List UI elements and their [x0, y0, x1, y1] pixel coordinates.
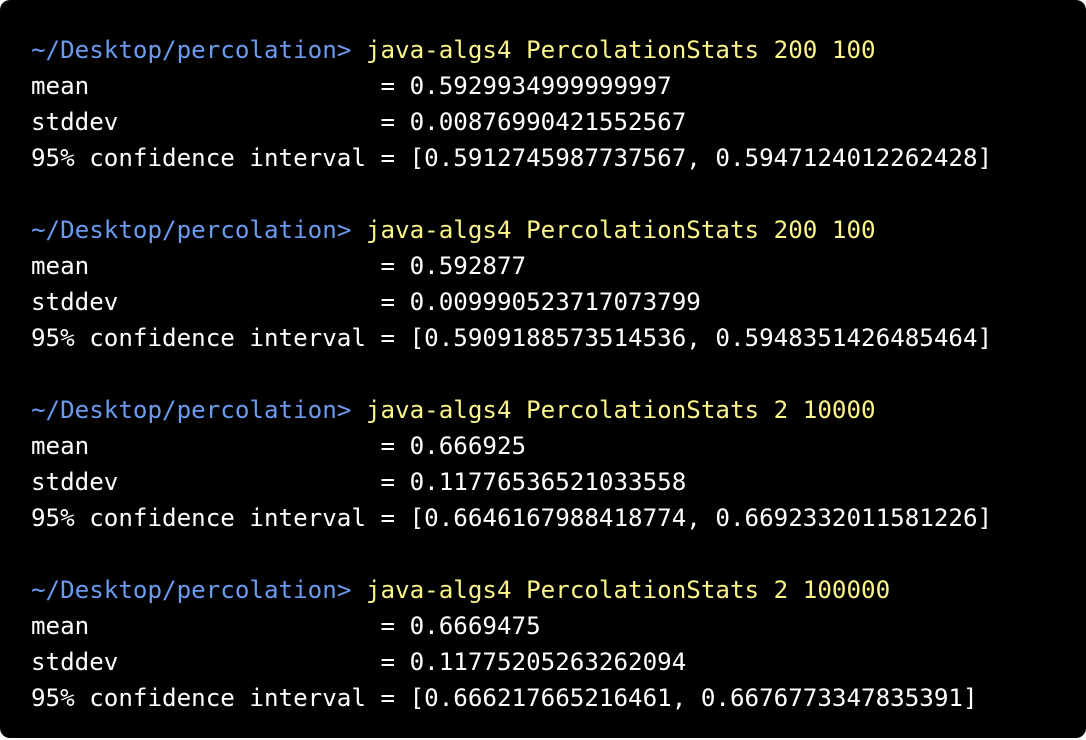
prompt-path: ~/Desktop/percolation [31, 36, 337, 64]
prompt-symbol: > [336, 216, 366, 244]
command-text: java-algs4 PercolationStats 200 100 [365, 216, 876, 244]
run-block-4: ~/Desktop/percolation> java-algs4 Percol… [31, 572, 1086, 716]
prompt-symbol: > [336, 576, 366, 604]
prompt-path: ~/Desktop/percolation [31, 396, 337, 424]
output-stddev: stddev = 0.009990523717073799 [31, 288, 701, 316]
output-confidence-interval: 95% confidence interval = [0.59127459877… [31, 144, 993, 172]
prompt-line: ~/Desktop/percolation> java-algs4 Percol… [31, 32, 1086, 68]
run-block-1: ~/Desktop/percolation> java-algs4 Percol… [31, 32, 1086, 212]
output-mean: mean = 0.5929934999999997 [31, 72, 672, 100]
output-stddev: stddev = 0.11775205263262094 [31, 648, 687, 676]
output-confidence-interval: 95% confidence interval = [0.66621766521… [31, 684, 978, 712]
command-text: java-algs4 PercolationStats 200 100 [365, 36, 876, 64]
output-confidence-interval: 95% confidence interval = [0.66461679884… [31, 504, 993, 532]
prompt-line: ~/Desktop/percolation> java-algs4 Percol… [31, 392, 1086, 428]
prompt-line: ~/Desktop/percolation> java-algs4 Percol… [31, 572, 1086, 608]
terminal-window[interactable]: ~/Desktop/percolation> java-algs4 Percol… [0, 0, 1086, 738]
output-mean: mean = 0.592877 [31, 252, 527, 280]
prompt-symbol: > [336, 396, 366, 424]
output-stddev: stddev = 0.11776536521033558 [31, 468, 687, 496]
prompt-path: ~/Desktop/percolation [31, 576, 337, 604]
run-block-3: ~/Desktop/percolation> java-algs4 Percol… [31, 392, 1086, 572]
prompt-line: ~/Desktop/percolation> java-algs4 Percol… [31, 212, 1086, 248]
prompt-symbol: > [336, 36, 366, 64]
prompt-path: ~/Desktop/percolation [31, 216, 337, 244]
run-block-2: ~/Desktop/percolation> java-algs4 Percol… [31, 212, 1086, 392]
output-mean: mean = 0.6669475 [31, 612, 541, 640]
output-mean: mean = 0.666925 [31, 432, 527, 460]
command-text: java-algs4 PercolationStats 2 100000 [365, 576, 891, 604]
command-text: java-algs4 PercolationStats 2 10000 [365, 396, 876, 424]
output-confidence-interval: 95% confidence interval = [0.59091885735… [31, 324, 993, 352]
output-stddev: stddev = 0.00876990421552567 [31, 108, 687, 136]
